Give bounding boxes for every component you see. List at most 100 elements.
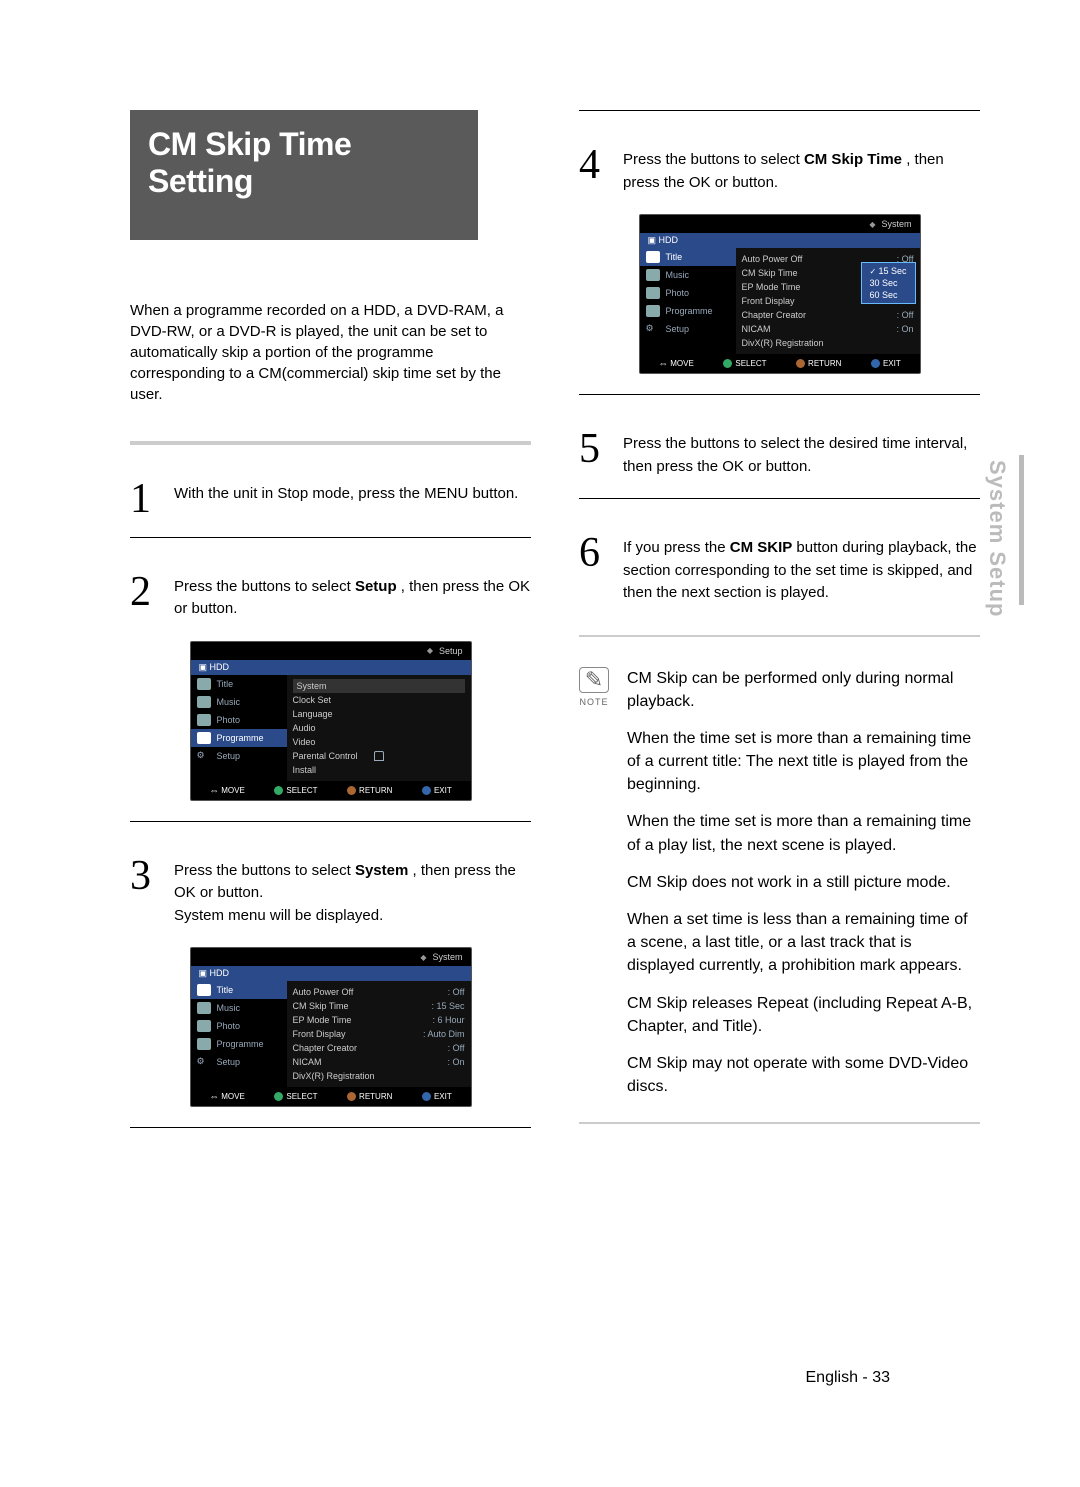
osd-screenshot-system: ◆System ▣ HDD Title Music Photo Programm… xyxy=(190,947,472,1107)
note-item: When the time set is more than a remaini… xyxy=(627,810,980,856)
exit-icon xyxy=(422,1092,431,1101)
step-6: 6 If you press the CM SKIP button during… xyxy=(579,527,980,605)
music-icon xyxy=(197,696,211,708)
nav-setup: ⚙Setup xyxy=(640,320,736,338)
menu-install: Install xyxy=(293,763,465,777)
move-icon xyxy=(209,786,218,795)
diamond-icon: ◆ xyxy=(427,646,433,655)
nav-photo: Photo xyxy=(191,1017,287,1035)
hdd-icon: ▣ xyxy=(199,662,210,672)
return-icon xyxy=(796,359,805,368)
nav-music: Music xyxy=(191,999,287,1017)
step-number: 2 xyxy=(130,576,164,610)
osd-screenshot-setup: ◆Setup ▣ HDD Title Music Photo Programme… xyxy=(190,641,472,801)
step-2: 2 Press the buttons to select Setup , th… xyxy=(130,566,531,621)
nav-programme: Programme xyxy=(191,1035,287,1053)
note-icon: ✎ NOTE xyxy=(579,667,609,707)
hdd-icon: ▣ xyxy=(648,235,659,245)
return-icon xyxy=(347,786,356,795)
side-tab-label: System Setup xyxy=(984,460,1010,618)
diamond-icon: ◆ xyxy=(869,220,875,229)
row-auto-power: Auto Power Off: Off xyxy=(293,985,465,999)
nav-music: Music xyxy=(191,693,287,711)
setup-icon: ⚙ xyxy=(646,323,660,335)
divider xyxy=(579,635,980,637)
step-text: Press the buttons to select System , the… xyxy=(174,860,531,928)
popup-opt-30: 30 Sec xyxy=(864,277,913,289)
popup-opt-60: 60 Sec xyxy=(864,289,913,301)
divider xyxy=(130,537,531,538)
cm-skip-popup: 15 Sec 30 Sec 60 Sec xyxy=(861,262,916,304)
row-chapter-creator: Chapter Creator: Off xyxy=(742,308,914,322)
note-item: CM Skip may not operate with some DVD-Vi… xyxy=(627,1052,980,1098)
row-nicam: NICAM: On xyxy=(293,1055,465,1069)
divider xyxy=(579,498,980,499)
step-number: 4 xyxy=(579,149,613,183)
step-number: 1 xyxy=(130,483,164,517)
step-number: 5 xyxy=(579,433,613,467)
exit-icon xyxy=(871,359,880,368)
menu-system: System xyxy=(293,679,465,693)
row-divx: DivX(R) Registration xyxy=(742,336,914,350)
step-text: Press the buttons to select Setup , then… xyxy=(174,576,531,621)
osd-screenshot-cmskip: ◆System ▣ HDD Title Music Photo Programm… xyxy=(639,214,921,374)
programme-icon xyxy=(197,732,211,744)
return-icon xyxy=(347,1092,356,1101)
step-5: 5 Press the buttons to select the desire… xyxy=(579,423,980,478)
menu-clock: Clock Set xyxy=(293,693,465,707)
setup-icon: ⚙ xyxy=(197,1056,211,1068)
menu-video: Video xyxy=(293,735,465,749)
row-cm-skip: CM Skip Time: 15 Sec xyxy=(293,999,465,1013)
select-icon xyxy=(274,1092,283,1101)
menu-parental: Parental Control xyxy=(293,749,465,763)
pencil-icon: ✎ xyxy=(579,667,609,693)
note-item: When a set time is less than a remaining… xyxy=(627,908,980,978)
photo-icon xyxy=(646,287,660,299)
row-front-display: Front Display: Auto Dim xyxy=(293,1027,465,1041)
note-item: CM Skip does not work in a still picture… xyxy=(627,871,980,894)
step-3: 3 Press the buttons to select System , t… xyxy=(130,850,531,928)
photo-icon xyxy=(197,714,211,726)
lock-icon xyxy=(374,751,384,761)
title-text: CM Skip Time Setting xyxy=(148,126,351,199)
note-item: CM Skip can be performed only during nor… xyxy=(627,667,980,713)
nav-photo: Photo xyxy=(191,711,287,729)
music-icon xyxy=(646,269,660,281)
nav-title: Title xyxy=(191,675,287,693)
photo-icon xyxy=(197,1020,211,1032)
diamond-icon: ◆ xyxy=(420,953,426,962)
programme-icon xyxy=(197,1038,211,1050)
hdd-icon: ▣ xyxy=(199,968,210,978)
title-icon xyxy=(646,251,660,263)
step-text: With the unit in Stop mode, press the ME… xyxy=(174,483,518,506)
page-footer: English - 33 xyxy=(806,1369,891,1387)
divider xyxy=(579,394,980,395)
nav-setup: ⚙Setup xyxy=(191,747,287,765)
step-text: Press the buttons to select CM Skip Time… xyxy=(623,149,980,194)
title-icon xyxy=(197,678,211,690)
menu-language: Language xyxy=(293,707,465,721)
nav-title: Title xyxy=(640,248,736,266)
page-title: CM Skip Time Setting xyxy=(130,110,478,240)
exit-icon xyxy=(422,786,431,795)
nav-programme: Programme xyxy=(640,302,736,320)
select-icon xyxy=(274,786,283,795)
note-item: CM Skip releases Repeat (including Repea… xyxy=(627,992,980,1038)
step-text: Press the buttons to select the desired … xyxy=(623,433,980,478)
nav-music: Music xyxy=(640,266,736,284)
row-divx: DivX(R) Registration xyxy=(293,1069,465,1083)
nav-title: Title xyxy=(191,981,287,999)
nav-photo: Photo xyxy=(640,284,736,302)
intro-paragraph: When a programme recorded on a HDD, a DV… xyxy=(130,300,531,405)
step-text: If you press the CM SKIP button during p… xyxy=(623,537,980,605)
menu-audio: Audio xyxy=(293,721,465,735)
side-tab-bar xyxy=(1019,455,1024,605)
step-number: 6 xyxy=(579,537,613,571)
select-icon xyxy=(723,359,732,368)
step-number: 3 xyxy=(130,860,164,894)
title-icon xyxy=(197,984,211,996)
row-ep-mode: EP Mode Time: 6 Hour xyxy=(293,1013,465,1027)
setup-icon: ⚙ xyxy=(197,750,211,762)
note-block: ✎ NOTE CM Skip can be performed only dur… xyxy=(579,667,980,1113)
nav-programme: Programme xyxy=(191,729,287,747)
